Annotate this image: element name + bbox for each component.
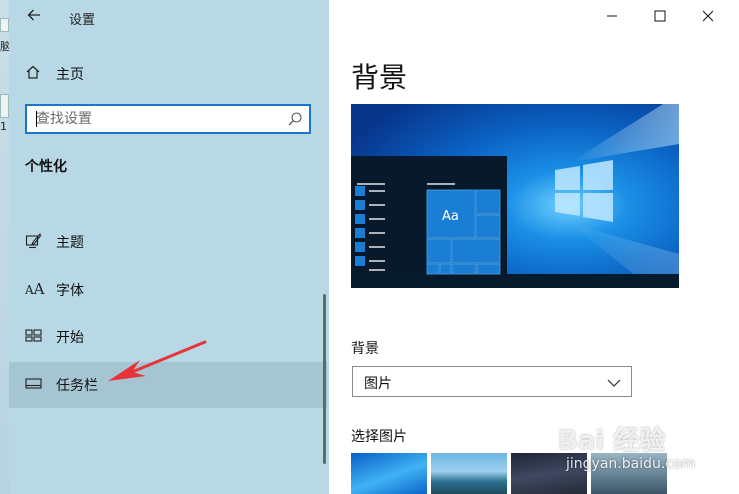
start-menu-mock: Aa — [351, 156, 507, 275]
text-caret — [36, 111, 37, 127]
nav-item-label: 开始 — [56, 330, 84, 346]
dropdown-value: 图片 — [364, 376, 392, 392]
maximize-button[interactable] — [637, 0, 683, 34]
desktop-background: 脑 1 — [0, 0, 11, 494]
watermark-site: jingyan.baidu.com — [566, 456, 696, 472]
home-icon — [25, 64, 43, 82]
background-preview: Aa — [351, 104, 679, 288]
nav-item-theme[interactable]: 主题 — [9, 219, 327, 265]
close-button[interactable] — [685, 0, 731, 34]
nav-item-label: 任务栏 — [56, 378, 98, 394]
maximize-icon — [654, 10, 666, 22]
taskbar-icon — [25, 375, 43, 393]
background-type-dropdown[interactable]: 图片 — [352, 366, 632, 397]
picture-thumbnail[interactable] — [431, 453, 507, 494]
section-title: 个性化 — [25, 159, 67, 175]
nav-item-label: 主页 — [56, 67, 84, 83]
font-icon-glyph: A — [33, 280, 45, 298]
back-button[interactable] — [23, 6, 45, 28]
desktop-icon[interactable] — [0, 94, 9, 118]
watermark-brand: Bai 经验 — [558, 426, 666, 456]
page-title: 背景 — [351, 61, 408, 94]
scrollbar[interactable] — [323, 294, 326, 464]
nav-item-fonts[interactable]: AA 字体 — [9, 267, 327, 313]
title-bar: 设置 — [9, 0, 329, 36]
nav-item-label: 字体 — [56, 283, 84, 299]
choose-picture-label: 选择图片 — [351, 429, 407, 445]
picture-thumbnail[interactable] — [351, 453, 427, 494]
minimize-button[interactable] — [589, 0, 635, 34]
search-field[interactable] — [25, 104, 311, 134]
close-icon — [702, 10, 714, 22]
chevron-down-icon — [607, 375, 621, 389]
minimize-icon — [607, 15, 617, 17]
theme-brush-icon — [25, 232, 43, 250]
font-icon: AA — [25, 280, 45, 298]
arrow-left-icon — [27, 9, 40, 21]
settings-nav-pane: 设置 主页 个性化 主题 A — [9, 0, 329, 494]
nav-item-label: 主题 — [56, 235, 84, 251]
desktop-icon[interactable] — [0, 18, 9, 32]
search-icon[interactable] — [287, 111, 303, 127]
app-title: 设置 — [69, 13, 96, 28]
font-icon-glyph: A — [25, 283, 34, 297]
start-menu-icon — [25, 327, 43, 345]
desktop-icon-label: 1 — [0, 120, 7, 133]
preview-tile-text: Aa — [442, 209, 459, 224]
background-label: 背景 — [351, 341, 379, 357]
nav-item-home[interactable]: 主页 — [9, 51, 327, 97]
search-input[interactable] — [27, 106, 286, 132]
nav-item-start[interactable]: 开始 — [9, 314, 327, 360]
baidu-jingyan-watermark: Bai 经验 jingyan.baidu.com — [558, 420, 739, 494]
nav-item-taskbar[interactable]: 任务栏 — [9, 362, 327, 408]
